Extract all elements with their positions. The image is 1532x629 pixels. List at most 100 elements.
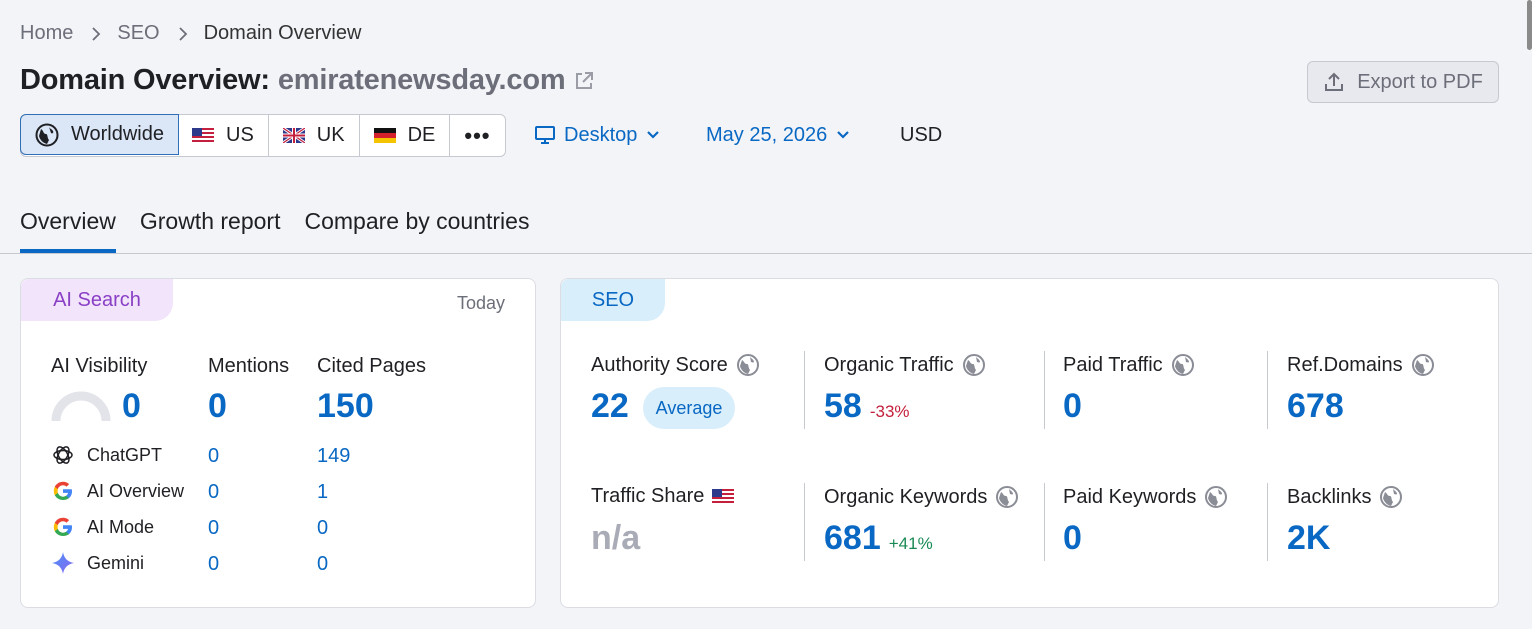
flag-de-icon: [373, 128, 396, 143]
globe-icon: [1411, 354, 1434, 376]
ai-row-ai-mode: AI Mode: [51, 515, 154, 539]
region-worldwide[interactable]: Worldwide: [20, 114, 179, 155]
backlinks-text: Backlinks: [1287, 485, 1372, 508]
ai-row-name: ChatGPT: [87, 444, 163, 465]
authority-badge: Average: [643, 387, 735, 429]
ai-row-chatgpt: ChatGPT: [51, 443, 162, 467]
region-uk[interactable]: UK: [269, 115, 360, 156]
paid-traffic-value[interactable]: 0: [1063, 387, 1082, 426]
globe-icon: [1380, 486, 1403, 508]
authority-score-value[interactable]: 22: [591, 387, 629, 426]
date-dropdown[interactable]: May 25, 2026: [706, 120, 851, 150]
mentions-value[interactable]: 0: [208, 387, 227, 426]
date-label: May 25, 2026: [706, 123, 828, 146]
paid-keywords-value[interactable]: 0: [1063, 519, 1082, 558]
tab-overview[interactable]: Overview: [20, 208, 116, 253]
ai-search-card: AI Search Today AI Visibility Mentions C…: [20, 278, 536, 608]
divider: [1267, 483, 1268, 561]
page-title: Domain Overview: emiratenewsday.com: [20, 64, 595, 97]
ai-row-gemini: Gemini: [51, 551, 144, 575]
mentions-label: Mentions: [208, 355, 290, 377]
globe-icon: [962, 354, 985, 376]
domain-name: emiratenewsday.com: [277, 64, 566, 96]
scrollbar[interactable]: [1527, 0, 1532, 50]
ai-visibility-value[interactable]: 0: [122, 387, 141, 426]
region-label: DE: [407, 124, 436, 146]
breadcrumb-home[interactable]: Home: [20, 22, 73, 45]
organic-keywords-change: +41%: [888, 534, 933, 553]
paid-keywords-text: Paid Keywords: [1063, 485, 1197, 508]
globe-icon: [1205, 486, 1228, 508]
ai-visibility-label: AI Visibility: [51, 355, 148, 377]
ai-row-name: AI Mode: [87, 516, 155, 537]
google-icon: [53, 517, 72, 536]
seo-pill: SEO: [561, 279, 665, 321]
breadcrumb: Home SEO Domain Overview: [20, 22, 361, 45]
desktop-icon: [535, 126, 555, 144]
ai-overview-cited[interactable]: 1: [317, 481, 328, 504]
chatgpt-mentions[interactable]: 0: [208, 445, 219, 468]
ref-domains-text: Ref.Domains: [1287, 353, 1403, 376]
ai-mode-mentions[interactable]: 0: [208, 517, 219, 540]
chatgpt-cited[interactable]: 149: [317, 445, 350, 468]
ai-overview-mentions[interactable]: 0: [208, 481, 219, 504]
export-pdf-button[interactable]: Export to PDF: [1307, 61, 1499, 103]
region-de[interactable]: DE: [360, 115, 451, 156]
more-icon: •••: [464, 122, 491, 148]
divider: [804, 483, 805, 561]
region-label: US: [226, 124, 254, 146]
cited-pages-value[interactable]: 150: [317, 387, 374, 426]
organic-traffic-value[interactable]: 58 -33%: [824, 387, 910, 426]
organic-traffic-number[interactable]: 58: [824, 387, 862, 426]
tab-compare-by-countries[interactable]: Compare by countries: [304, 208, 529, 253]
globe-icon: [736, 354, 759, 376]
more-regions-button[interactable]: •••: [450, 115, 504, 156]
upload-icon: [1325, 72, 1344, 91]
divider: [1267, 351, 1268, 429]
tab-growth-report[interactable]: Growth report: [140, 208, 281, 253]
globe-icon: [1171, 354, 1194, 376]
organic-traffic-label: Organic Traffic: [824, 353, 986, 377]
ref-domains-label: Ref.Domains: [1287, 353, 1435, 377]
ai-row-name: AI Overview: [87, 480, 185, 501]
authority-score-label: Authority Score: [591, 353, 760, 377]
chevron-down-icon: [647, 131, 660, 139]
gemini-icon: [52, 552, 74, 574]
flag-us-icon: [192, 128, 214, 143]
organic-keywords-value[interactable]: 681 +41%: [824, 519, 933, 558]
region-us[interactable]: US: [178, 115, 269, 156]
backlinks-value[interactable]: 2K: [1287, 519, 1330, 558]
google-icon: [53, 481, 72, 500]
breadcrumb-seo[interactable]: SEO: [117, 22, 159, 45]
globe-icon: [35, 123, 59, 146]
tab-bar: Overview Growth report Compare by countr…: [20, 208, 529, 253]
today-label: Today: [456, 293, 505, 313]
traffic-share-label: Traffic Share: [591, 485, 735, 508]
chevron-down-icon: [837, 131, 849, 139]
traffic-share-text: Traffic Share: [591, 485, 705, 507]
region-selector: Worldwide US UK DE •••: [20, 114, 506, 157]
chatgpt-icon: [53, 446, 73, 464]
page-title-prefix: Domain Overview:: [20, 64, 270, 96]
traffic-share-value: n/a: [591, 519, 641, 557]
ref-domains-value[interactable]: 678: [1287, 387, 1344, 426]
seo-card: SEO Authority Score Organic Traffic Paid…: [560, 278, 1499, 608]
organic-keywords-number[interactable]: 681: [824, 519, 881, 558]
ai-search-pill: AI Search: [21, 279, 173, 321]
device-dropdown[interactable]: Desktop: [534, 120, 661, 150]
gemini-cited[interactable]: 0: [317, 553, 328, 576]
breadcrumb-current: Domain Overview: [203, 22, 362, 44]
organic-keywords-text: Organic Keywords: [824, 485, 988, 508]
chevron-right-icon: [178, 26, 187, 41]
organic-traffic-text: Organic Traffic: [824, 353, 954, 376]
external-link-icon[interactable]: [573, 70, 595, 92]
region-label: UK: [316, 124, 345, 146]
divider: [1044, 483, 1045, 561]
organic-keywords-label: Organic Keywords: [824, 485, 1019, 509]
ai-mode-cited[interactable]: 0: [317, 517, 328, 540]
authority-score-text: Authority Score: [591, 353, 728, 376]
export-pdf-label: Export to PDF: [1357, 70, 1483, 93]
gemini-mentions[interactable]: 0: [208, 553, 219, 576]
ai-row-ai-overview: AI Overview: [51, 479, 184, 503]
tab-divider: [0, 253, 1532, 254]
